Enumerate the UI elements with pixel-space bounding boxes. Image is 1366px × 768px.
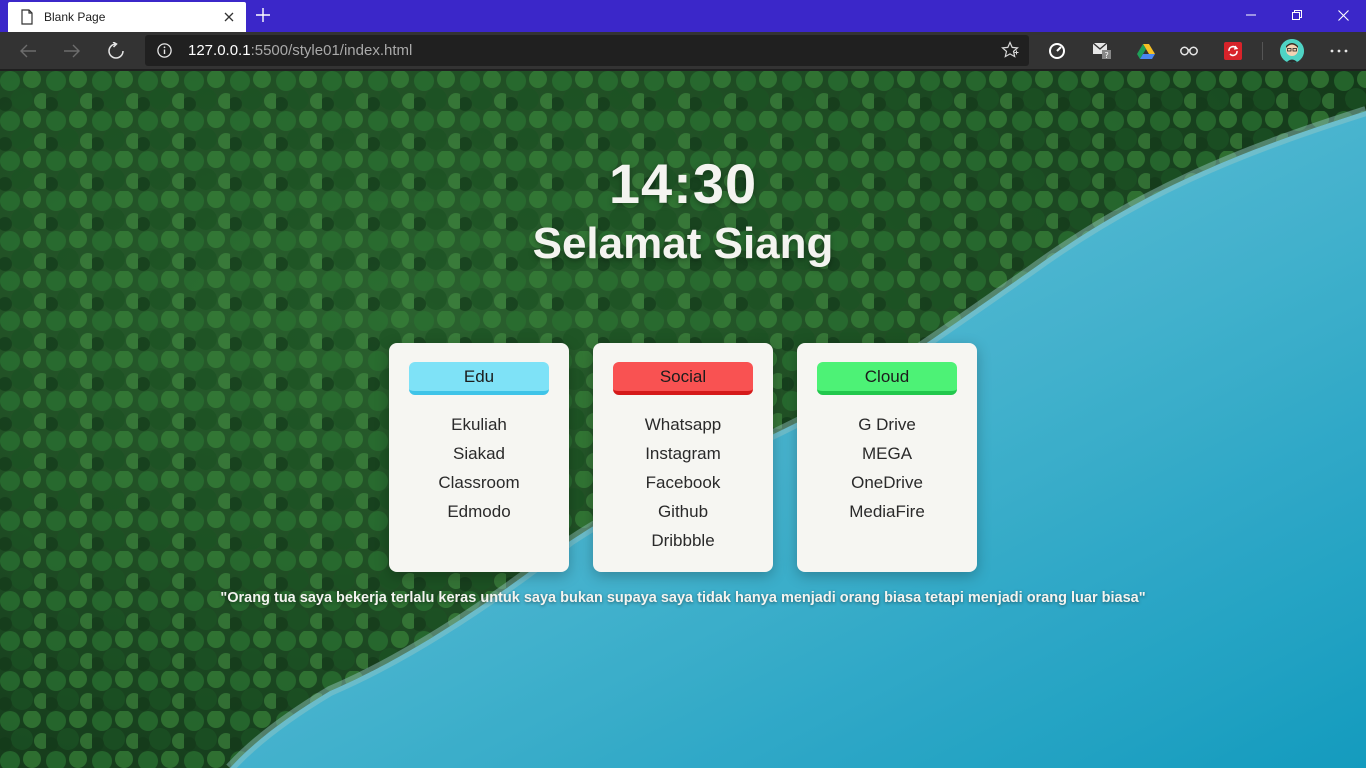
link-g-drive[interactable]: G Drive <box>797 415 977 444</box>
close-icon <box>224 12 234 22</box>
card-cloud-links: G Drive MEGA OneDrive MediaFire <box>797 415 977 531</box>
link-dribbble[interactable]: Dribbble <box>593 531 773 560</box>
card-cloud: Cloud G Drive MEGA OneDrive MediaFire <box>797 343 977 572</box>
link-instagram[interactable]: Instagram <box>593 444 773 473</box>
url-host: 127.0.0.1 <box>188 42 251 59</box>
glasses-extension[interactable] <box>1178 40 1200 62</box>
reload-button[interactable] <box>102 37 130 65</box>
restore-icon <box>1292 10 1302 20</box>
url-path: :5500/style01/index.html <box>250 42 413 59</box>
toolbar-divider <box>1262 42 1263 60</box>
avatar-icon <box>1280 39 1304 63</box>
url-text[interactable]: 127.0.0.1:5500/style01/index.html <box>188 42 412 59</box>
sync-icon <box>1224 42 1242 60</box>
profile-avatar[interactable] <box>1280 39 1304 63</box>
arrow-left-icon <box>20 44 36 58</box>
info-icon[interactable] <box>157 43 172 58</box>
google-drive-extension[interactable] <box>1135 40 1157 62</box>
link-mediafire[interactable]: MediaFire <box>797 502 977 531</box>
link-whatsapp[interactable]: Whatsapp <box>593 415 773 444</box>
link-onedrive[interactable]: OneDrive <box>797 473 977 502</box>
card-cloud-title: Cloud <box>817 362 957 395</box>
reload-icon <box>108 42 124 59</box>
card-edu: Edu Ekuliah Siakad Classroom Edmodo <box>389 343 569 572</box>
quote: "Orang tua saya bekerja terlalu keras un… <box>220 590 1146 606</box>
address-bar[interactable]: 127.0.0.1:5500/style01/index.html <box>145 35 1029 66</box>
card-social-title: Social <box>613 362 753 395</box>
link-mega[interactable]: MEGA <box>797 444 977 473</box>
link-edmodo[interactable]: Edmodo <box>389 502 569 531</box>
minimize-button[interactable] <box>1228 0 1274 30</box>
card-social-links: Whatsapp Instagram Facebook Github Dribb… <box>593 415 773 560</box>
plus-icon <box>256 8 270 22</box>
card-edu-title: Edu <box>409 362 549 395</box>
close-icon <box>1337 9 1349 21</box>
tab-title: Blank Page <box>44 10 106 24</box>
more-menu-button[interactable] <box>1326 38 1352 64</box>
arrow-right-icon <box>64 44 80 58</box>
minimize-icon <box>1246 14 1256 16</box>
page-viewport: 14:30 Selamat Siang Edu Ekuliah Siakad C… <box>0 71 1366 768</box>
mail-checker-extension[interactable]: ? <box>1092 40 1114 62</box>
star-icon[interactable] <box>1001 41 1019 59</box>
card-social: Social Whatsapp Instagram Facebook Githu… <box>593 343 773 572</box>
sync-extension[interactable] <box>1222 40 1244 62</box>
new-tab-button[interactable] <box>252 4 274 26</box>
more-icon <box>1330 49 1348 53</box>
page-icon <box>21 9 33 25</box>
back-button[interactable] <box>14 37 42 65</box>
glasses-icon <box>1180 46 1198 56</box>
close-window-button[interactable] <box>1320 0 1366 30</box>
link-github[interactable]: Github <box>593 502 773 531</box>
google-drive-icon <box>1137 44 1155 59</box>
gauge-icon <box>1049 43 1065 59</box>
link-facebook[interactable]: Facebook <box>593 473 773 502</box>
mail-icon: ? <box>1092 42 1111 60</box>
svg-text:?: ? <box>1105 51 1109 60</box>
clock: 14:30 <box>608 152 758 215</box>
tab-blank-page[interactable]: Blank Page <box>8 2 246 32</box>
speed-dial-extension[interactable] <box>1046 40 1068 62</box>
browser-toolbar: 127.0.0.1:5500/style01/index.html ? <box>0 32 1366 70</box>
card-edu-links: Ekuliah Siakad Classroom Edmodo <box>389 415 569 531</box>
link-siakad[interactable]: Siakad <box>389 444 569 473</box>
link-ekuliah[interactable]: Ekuliah <box>389 415 569 444</box>
link-classroom[interactable]: Classroom <box>389 473 569 502</box>
tab-close-button[interactable] <box>218 6 240 28</box>
forward-button[interactable] <box>58 37 86 65</box>
restore-button[interactable] <box>1274 0 1320 30</box>
greeting: Selamat Siang <box>532 219 834 268</box>
title-bar: Blank Page <box>0 0 1366 32</box>
